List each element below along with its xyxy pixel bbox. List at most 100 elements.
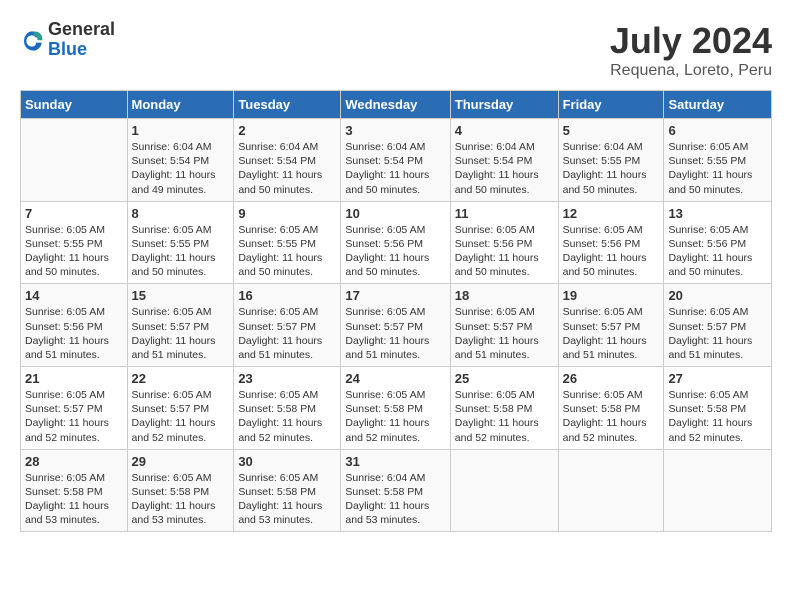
day-number: 13 <box>668 206 767 221</box>
day-number: 23 <box>238 371 336 386</box>
day-number: 26 <box>563 371 660 386</box>
calendar-cell: 23 Sunrise: 6:05 AMSunset: 5:58 PMDayligh… <box>234 367 341 450</box>
calendar-cell: 1Sunrise: 6:04 AMSunset: 5:54 PMDaylight… <box>127 119 234 202</box>
day-number: 3 <box>345 123 445 138</box>
calendar-cell: 24Sunrise: 6:05 AMSunset: 5:58 PMDayligh… <box>341 367 450 450</box>
month-title: July 2024 <box>610 20 772 62</box>
calendar-cell: 30 Sunrise: 6:05 AMSunset: 5:58 PMDayligh… <box>234 449 341 532</box>
day-number: 16 <box>238 288 336 303</box>
calendar-cell: 28Sunrise: 6:05 AMSunset: 5:58 PMDayligh… <box>21 449 128 532</box>
day-number: 5 <box>563 123 660 138</box>
day-detail: Sunrise: 6:04 AMSunset: 5:54 PMDaylight:… <box>238 140 336 197</box>
logo-icon <box>20 29 44 53</box>
calendar-cell: 20Sunrise: 6:05 AMSunset: 5:57 PMDayligh… <box>664 284 772 367</box>
calendar-cell: 13 Sunrise: 6:05 AMSunset: 5:56 PMDayligh… <box>664 201 772 284</box>
day-number: 19 <box>563 288 660 303</box>
day-number: 25 <box>455 371 554 386</box>
header-day-wednesday: Wednesday <box>341 91 450 119</box>
day-number: 17 <box>345 288 445 303</box>
day-number: 22 <box>132 371 230 386</box>
calendar-cell <box>664 449 772 532</box>
calendar-cell <box>450 449 558 532</box>
calendar-cell: 4 Sunrise: 6:04 AMSunset: 5:54 PMDaylight… <box>450 119 558 202</box>
day-number: 9 <box>238 206 336 221</box>
calendar-cell: 25 Sunrise: 6:05 AMSunset: 5:58 PMDayligh… <box>450 367 558 450</box>
day-number: 11 <box>455 206 554 221</box>
calendar-cell: 7Sunrise: 6:05 AMSunset: 5:55 PMDaylight… <box>21 201 128 284</box>
location-title: Requena, Loreto, Peru <box>610 62 772 80</box>
day-detail: Sunrise: 6:05 AMSunset: 5:57 PMDaylight:… <box>25 388 123 445</box>
logo-general-text: General <box>48 20 115 40</box>
day-detail: Sunrise: 6:04 AMSunset: 5:54 PMDaylight:… <box>455 140 554 197</box>
day-detail: Sunrise: 6:05 AMSunset: 5:56 PMDaylight:… <box>25 305 123 362</box>
calendar-cell: 14 Sunrise: 6:05 AMSunset: 5:56 PMDayligh… <box>21 284 128 367</box>
day-number: 24 <box>345 371 445 386</box>
day-detail: Sunrise: 6:05 AMSunset: 5:55 PMDaylight:… <box>238 223 336 280</box>
calendar-cell: 19 Sunrise: 6:05 AMSunset: 5:57 PMDayligh… <box>558 284 664 367</box>
day-number: 28 <box>25 454 123 469</box>
calendar-cell: 9 Sunrise: 6:05 AMSunset: 5:55 PMDaylight… <box>234 201 341 284</box>
day-number: 12 <box>563 206 660 221</box>
logo-blue-text: Blue <box>48 40 115 60</box>
day-detail: Sunrise: 6:04 AMSunset: 5:58 PMDaylight:… <box>345 471 445 528</box>
day-number: 21 <box>25 371 123 386</box>
page-header: General Blue July 2024 Requena, Loreto, … <box>20 20 772 80</box>
calendar-cell: 16Sunrise: 6:05 AMSunset: 5:57 PMDayligh… <box>234 284 341 367</box>
header-day-sunday: Sunday <box>21 91 128 119</box>
calendar-cell: 2 Sunrise: 6:04 AMSunset: 5:54 PMDaylight… <box>234 119 341 202</box>
header-day-friday: Friday <box>558 91 664 119</box>
calendar-cell: 5Sunrise: 6:04 AMSunset: 5:55 PMDaylight… <box>558 119 664 202</box>
day-number: 4 <box>455 123 554 138</box>
day-detail: Sunrise: 6:04 AMSunset: 5:54 PMDaylight:… <box>345 140 445 197</box>
day-number: 7 <box>25 206 123 221</box>
day-detail: Sunrise: 6:05 AMSunset: 5:58 PMDaylight:… <box>455 388 554 445</box>
calendar-cell <box>21 119 128 202</box>
week-row-1: 1 Sunrise: 6:04 AMSunset: 5:54 PMDaylight… <box>21 119 772 202</box>
calendar-cell: 29Sunrise: 6:05 AMSunset: 5:58 PMDayligh… <box>127 449 234 532</box>
calendar-cell: 31Sunrise: 6:04 AMSunset: 5:58 PMDayligh… <box>341 449 450 532</box>
logo: General Blue <box>20 20 115 60</box>
day-number: 10 <box>345 206 445 221</box>
header-day-saturday: Saturday <box>664 91 772 119</box>
title-block: July 2024 Requena, Loreto, Peru <box>610 20 772 80</box>
day-detail: Sunrise: 6:05 AMSunset: 5:55 PMDaylight:… <box>668 140 767 197</box>
calendar-cell: 11 Sunrise: 6:05 AMSunset: 5:56 PMDayligh… <box>450 201 558 284</box>
logo-text: General Blue <box>48 20 115 60</box>
day-detail: Sunrise: 6:05 AMSunset: 5:56 PMDaylight:… <box>668 223 767 280</box>
day-number: 6 <box>668 123 767 138</box>
day-number: 18 <box>455 288 554 303</box>
calendar-cell: 22Sunrise: 6:05 AMSunset: 5:57 PMDayligh… <box>127 367 234 450</box>
day-number: 14 <box>25 288 123 303</box>
calendar-cell: 15Sunrise: 6:05 AMSunset: 5:57 PMDayligh… <box>127 284 234 367</box>
calendar-cell: 3 Sunrise: 6:04 AMSunset: 5:54 PMDaylight… <box>341 119 450 202</box>
header-day-tuesday: Tuesday <box>234 91 341 119</box>
day-number: 15 <box>132 288 230 303</box>
calendar-cell: 26 Sunrise: 6:05 AMSunset: 5:58 PMDayligh… <box>558 367 664 450</box>
day-detail: Sunrise: 6:05 AMSunset: 5:57 PMDaylight:… <box>455 305 554 362</box>
day-detail: Sunrise: 6:05 AMSunset: 5:56 PMDaylight:… <box>455 223 554 280</box>
week-row-3: 14 Sunrise: 6:05 AMSunset: 5:56 PMDayligh… <box>21 284 772 367</box>
day-number: 30 <box>238 454 336 469</box>
day-detail: Sunrise: 6:05 AMSunset: 5:58 PMDaylight:… <box>563 388 660 445</box>
week-row-4: 21 Sunrise: 6:05 AMSunset: 5:57 PMDayligh… <box>21 367 772 450</box>
calendar-cell: 18 Sunrise: 6:05 AMSunset: 5:57 PMDayligh… <box>450 284 558 367</box>
day-number: 20 <box>668 288 767 303</box>
calendar-cell: 6 Sunrise: 6:05 AMSunset: 5:55 PMDaylight… <box>664 119 772 202</box>
week-row-5: 28 Sunrise: 6:05 AMSunset: 5:58 PMDayligh… <box>21 449 772 532</box>
header-day-monday: Monday <box>127 91 234 119</box>
day-detail: Sunrise: 6:05 AMSunset: 5:58 PMDaylight:… <box>668 388 767 445</box>
day-detail: Sunrise: 6:05 AMSunset: 5:57 PMDaylight:… <box>345 305 445 362</box>
calendar-body: 1 Sunrise: 6:04 AMSunset: 5:54 PMDaylight… <box>21 119 772 532</box>
day-detail: Sunrise: 6:05 AMSunset: 5:55 PMDaylight:… <box>132 223 230 280</box>
calendar-cell: 12Sunrise: 6:05 AMSunset: 5:56 PMDayligh… <box>558 201 664 284</box>
day-detail: Sunrise: 6:05 AMSunset: 5:58 PMDaylight:… <box>238 471 336 528</box>
day-number: 2 <box>238 123 336 138</box>
calendar-cell: 8Sunrise: 6:05 AMSunset: 5:55 PMDaylight… <box>127 201 234 284</box>
day-detail: Sunrise: 6:05 AMSunset: 5:58 PMDaylight:… <box>132 471 230 528</box>
day-detail: Sunrise: 6:05 AMSunset: 5:57 PMDaylight:… <box>563 305 660 362</box>
day-detail: Sunrise: 6:05 AMSunset: 5:58 PMDaylight:… <box>238 388 336 445</box>
calendar-cell: 21 Sunrise: 6:05 AMSunset: 5:57 PMDayligh… <box>21 367 128 450</box>
calendar-cell: 27Sunrise: 6:05 AMSunset: 5:58 PMDayligh… <box>664 367 772 450</box>
day-number: 1 <box>132 123 230 138</box>
calendar-cell: 17 Sunrise: 6:05 AMSunset: 5:57 PMDayligh… <box>341 284 450 367</box>
